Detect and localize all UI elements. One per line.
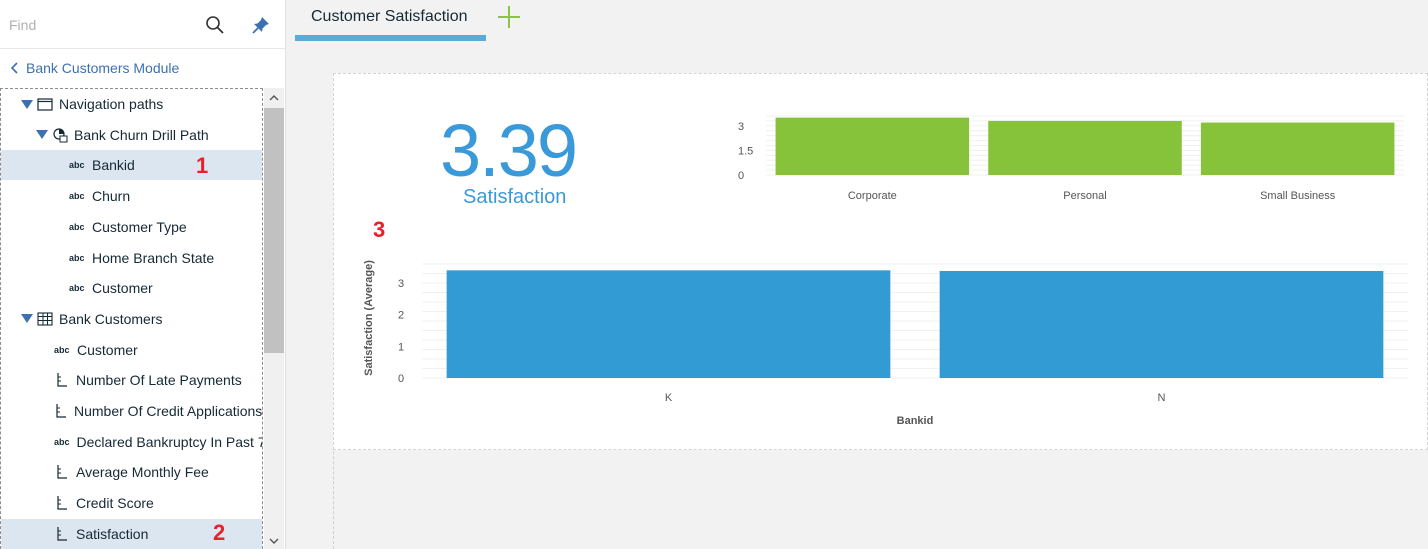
text-field-icon: abc <box>69 221 85 232</box>
tab-customer-satisfaction[interactable]: Customer Satisfaction <box>295 0 486 42</box>
find-input[interactable] <box>0 8 190 42</box>
measure-icon <box>54 526 70 542</box>
tree-item[interactable]: Number Of Late Payments <box>1 365 262 395</box>
text-field-icon: abc <box>54 436 70 447</box>
search-icon[interactable] <box>204 14 226 36</box>
tree-item-label: Customer Type <box>92 218 187 235</box>
tree-item[interactable]: Number Of Credit Applications <box>1 396 262 426</box>
annotation-marker-2: 2 <box>213 520 226 545</box>
expand-triangle-icon[interactable] <box>21 314 33 324</box>
tree-item[interactable]: abc Customer Type <box>1 212 262 242</box>
text-field-icon: abc <box>69 191 85 202</box>
tree-item-label: Home Branch State <box>92 249 215 266</box>
tree-item-label: Declared Bankruptcy In Past 7 Yr <box>76 433 262 450</box>
bankid-satisfaction-bar-chart[interactable]: 0 1 2 3 K N Bankid Satisfaction (Average) <box>350 250 1420 435</box>
table-icon <box>37 311 53 327</box>
y-axis-title: Satisfaction (Average) <box>363 260 375 376</box>
measure-icon <box>54 372 70 388</box>
tree-item[interactable]: abc Home Branch State <box>1 243 262 273</box>
bar[interactable] <box>1200 122 1395 175</box>
bar[interactable] <box>775 117 970 175</box>
annotation-marker-3: 3 <box>373 217 386 242</box>
tree-item-label: Average Monthly Fee <box>76 464 209 481</box>
y-tick-label: 3 <box>738 121 744 133</box>
text-field-icon: abc <box>69 160 85 171</box>
tree-item[interactable]: abc Customer <box>1 273 262 303</box>
y-tick-label: 0 <box>398 373 404 385</box>
y-tick-label: 3 <box>398 278 404 290</box>
scrollbar-thumb[interactable] <box>264 108 284 353</box>
y-tick-label: 2 <box>398 310 404 322</box>
bar[interactable] <box>446 270 891 378</box>
expand-triangle-icon[interactable] <box>36 130 48 140</box>
scroll-up-icon[interactable] <box>264 90 284 106</box>
measure-icon <box>54 403 68 419</box>
text-field-icon: abc <box>69 283 85 294</box>
scroll-down-icon[interactable] <box>264 533 284 549</box>
kpi-value[interactable]: 3.39 <box>440 108 590 193</box>
annotation-marker-1: 1 <box>196 153 209 178</box>
tree-item[interactable]: abc Customer <box>1 335 262 365</box>
tree-item[interactable]: abc Bankid <box>1 150 262 181</box>
tab-label: Customer Satisfaction <box>311 8 468 25</box>
x-axis-title: Bankid <box>897 415 934 427</box>
x-category-label: K <box>665 392 673 404</box>
tab-bar: Customer Satisfaction <box>286 0 1428 44</box>
tree-item[interactable]: abc Churn <box>1 181 262 211</box>
tree-item-label: Customer <box>77 341 138 358</box>
tree-item-label: Satisfaction <box>76 525 149 542</box>
tree-item-label: Number Of Late Payments <box>76 372 242 389</box>
y-tick-label: 1.5 <box>738 145 753 157</box>
active-tab-indicator <box>295 35 486 41</box>
tree-item[interactable]: Average Monthly Fee <box>1 457 262 487</box>
x-category-label: Corporate <box>848 190 897 202</box>
kpi-label: Satisfaction <box>463 186 567 208</box>
tree-item[interactable]: Bank Customers <box>1 304 262 334</box>
tree-item[interactable]: Bank Churn Drill Path <box>1 120 262 150</box>
source-tree: Navigation paths Bank Churn Drill Path abc… <box>0 88 263 549</box>
text-field-icon: abc <box>54 344 70 355</box>
tree-item[interactable]: Credit Score <box>1 488 262 518</box>
measure-icon <box>54 495 70 511</box>
folder-icon <box>37 96 53 112</box>
tree-item-label: Churn <box>92 188 131 205</box>
x-category-label: Personal <box>1063 190 1106 202</box>
tree-item-label: Navigation paths <box>59 96 164 112</box>
y-tick-label: 1 <box>398 341 404 353</box>
tree-scrollbar[interactable] <box>264 88 284 549</box>
x-category-label: Small Business <box>1260 190 1336 202</box>
expand-triangle-icon[interactable] <box>21 99 33 109</box>
text-field-icon: abc <box>69 252 85 263</box>
tree-item-label: Bankid <box>92 157 135 174</box>
tree-item[interactable]: abc Declared Bankruptcy In Past 7 Yr <box>1 427 262 457</box>
y-tick-label: 0 <box>738 170 744 182</box>
pin-icon[interactable] <box>250 14 272 36</box>
find-bar <box>0 0 286 49</box>
module-name: Bank Customers Module <box>26 60 180 76</box>
tree-item[interactable]: Navigation paths <box>1 89 262 119</box>
back-to-module-link[interactable]: Bank Customers Module <box>0 50 286 86</box>
tree-item-label: Bank Churn Drill Path <box>74 126 209 143</box>
tree-item-label: Credit Score <box>76 495 154 512</box>
bar[interactable] <box>988 120 1182 175</box>
data-sources-panel: Bank Customers Module Navigation paths Ba… <box>0 0 286 549</box>
tree-item-label: Number Of Credit Applications <box>74 403 262 419</box>
bar[interactable] <box>939 270 1384 378</box>
add-tab-plus-icon[interactable] <box>496 4 522 30</box>
tree-item-label: Customer <box>92 280 153 297</box>
measure-icon <box>54 464 70 480</box>
x-category-label: N <box>1158 392 1166 404</box>
drill-path-icon <box>52 127 68 143</box>
chevron-left-icon <box>0 61 26 75</box>
customer-type-bar-chart[interactable]: 0 1.5 3 Corporate Personal Small Business <box>700 110 1420 225</box>
tree-item-label: Bank Customers <box>59 310 163 327</box>
